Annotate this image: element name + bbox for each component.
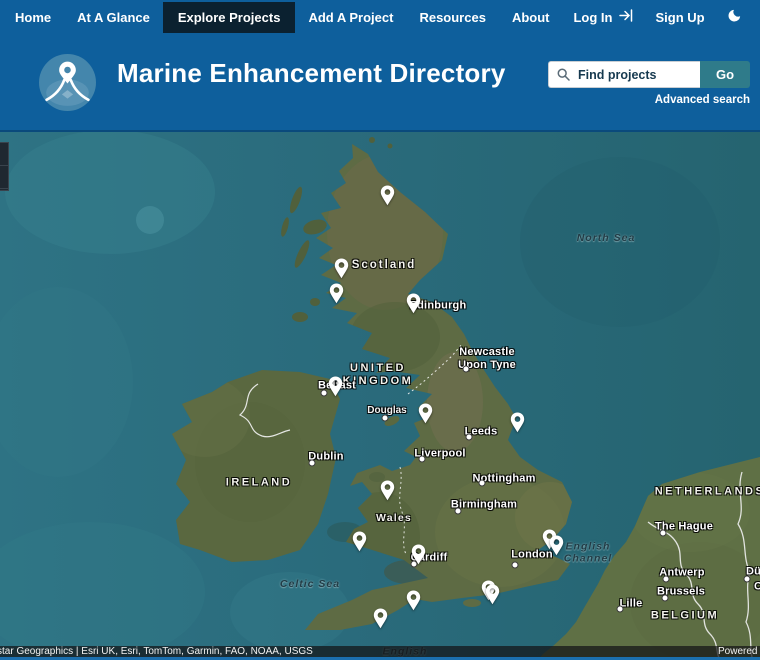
map-pin[interactable] [549,535,564,556]
map-pin[interactable] [334,258,349,279]
site-header: Marine Enhancement Directory Go Advanced… [0,34,760,132]
go-button[interactable]: Go [700,61,750,88]
search-box [548,61,700,88]
map-pin[interactable] [418,403,433,424]
search-icon [557,68,570,81]
login-icon [619,9,633,25]
map-pin[interactable] [328,376,343,397]
nav-signup[interactable]: Sign Up [644,2,715,33]
nav-item-add-a-project[interactable]: Add A Project [295,2,406,33]
zoom-control-partial[interactable] [0,142,9,191]
powered-by-text: Powered by Esri [718,646,760,657]
search-input[interactable] [576,67,694,83]
nav-left: HomeAt A GlanceExplore ProjectsAdd A Pro… [2,2,562,33]
nav-item-about[interactable]: About [499,2,563,33]
nav-item-home[interactable]: Home [2,2,64,33]
map-pins-layer [0,132,760,660]
map-pin[interactable] [485,584,500,605]
map-pin[interactable] [380,480,395,501]
map-pin[interactable] [380,185,395,206]
page-title: Marine Enhancement Directory [117,58,506,89]
map-pin-waves-logo-icon [39,98,96,115]
map-attribution: star Geographics | Esri UK, Esri, TomTom… [0,646,760,657]
map-pin[interactable] [411,544,426,565]
map-pin[interactable] [373,608,388,629]
nav-item-resources[interactable]: Resources [406,2,498,33]
map-canvas[interactable]: ScotlandUNITED KINGDOMIRELANDWalesNETHER… [0,132,760,660]
nav-right: Log In Sign Up [562,0,752,34]
crescent-moon-icon [727,8,742,26]
page: HomeAt A GlanceExplore ProjectsAdd A Pro… [0,0,760,660]
map-pin[interactable] [510,412,525,433]
dark-mode-toggle[interactable] [716,0,753,34]
advanced-search-link[interactable]: Advanced search [548,94,750,106]
map-pin[interactable] [406,293,421,314]
search-area: Go Advanced search [548,61,750,106]
nav-item-explore-projects[interactable]: Explore Projects [163,2,296,33]
login-label: Log In [573,10,612,25]
site-logo[interactable] [39,54,96,111]
attribution-text: star Geographics | Esri UK, Esri, TomTom… [0,646,313,657]
map-pin[interactable] [352,531,367,552]
map-pin[interactable] [329,283,344,304]
nav-login[interactable]: Log In [562,1,644,33]
top-nav: HomeAt A GlanceExplore ProjectsAdd A Pro… [0,0,760,34]
map-pin[interactable] [406,590,421,611]
nav-item-at-a-glance[interactable]: At A Glance [64,2,163,33]
